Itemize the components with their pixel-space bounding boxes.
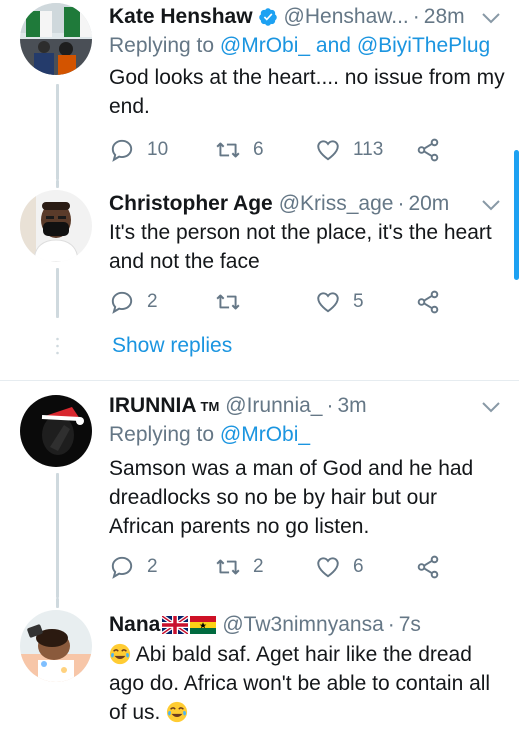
timestamp[interactable]: 7s bbox=[399, 613, 421, 637]
like-button[interactable]: 6 bbox=[315, 552, 364, 582]
like-count: 6 bbox=[353, 556, 364, 577]
user-handle[interactable]: @Kriss_age bbox=[279, 192, 394, 216]
like-button[interactable]: 5 bbox=[315, 287, 364, 317]
like-count: 5 bbox=[353, 291, 364, 312]
user-handle[interactable]: @Tw3nimnyansa bbox=[222, 613, 383, 637]
like-icon bbox=[317, 557, 339, 578]
user-handle[interactable]: @Irunnia_ bbox=[225, 394, 322, 418]
reply-count: 2 bbox=[147, 291, 158, 312]
mention-link[interactable]: @MrObi_ bbox=[220, 423, 310, 446]
thread-line bbox=[56, 268, 59, 318]
retweet-icon bbox=[216, 294, 240, 310]
thread-line bbox=[56, 84, 59, 180]
avatar[interactable] bbox=[20, 3, 92, 75]
tweet-actions: 2 2 6 bbox=[109, 552, 469, 582]
retweet-icon bbox=[216, 559, 240, 575]
separator-dot: · bbox=[387, 613, 395, 636]
reply-count: 10 bbox=[147, 139, 169, 160]
thread-line bbox=[56, 598, 59, 608]
chevron-down-icon[interactable] bbox=[481, 400, 501, 414]
tweet-header: Nana @Tw3nimnyansa · 7s bbox=[109, 610, 505, 640]
thread-line bbox=[56, 180, 59, 188]
display-name[interactable]: Nana bbox=[109, 613, 160, 637]
like-count: 113 bbox=[353, 139, 384, 160]
verified-badge-icon bbox=[258, 8, 277, 26]
tweet-header: Kate Henshaw @Henshaw... · 28m bbox=[109, 2, 505, 32]
display-name[interactable]: IRUNNIA bbox=[109, 394, 197, 418]
retweet-button[interactable] bbox=[215, 287, 253, 317]
uk-flag-icon bbox=[162, 616, 189, 634]
thread-continuation-dots bbox=[56, 337, 59, 355]
timestamp[interactable]: 28m bbox=[424, 5, 465, 29]
replying-to: Replying to @MrObi_ bbox=[109, 423, 311, 446]
share-icon bbox=[417, 138, 439, 162]
replying-to: Replying to @MrObi_ and @BiyiThePlug bbox=[109, 34, 491, 57]
tweet-header: Christopher Age @Kriss_age · 20m bbox=[109, 189, 505, 219]
share-button[interactable] bbox=[415, 552, 441, 582]
thread-line bbox=[56, 473, 59, 598]
joy-emoji-icon bbox=[109, 643, 131, 665]
mention-link[interactable]: @MrObi_ bbox=[220, 34, 310, 57]
timestamp[interactable]: 20m bbox=[408, 192, 449, 216]
reply-button[interactable]: 2 bbox=[109, 287, 158, 317]
retweet-count: 2 bbox=[253, 556, 264, 577]
display-name[interactable]: Kate Henshaw bbox=[109, 5, 253, 29]
tweet-actions: 2 5 bbox=[109, 287, 469, 317]
tweet-text: It's the person not the place, it's the … bbox=[109, 221, 492, 273]
retweet-count: 6 bbox=[253, 139, 264, 160]
trademark-symbol: TM bbox=[200, 398, 220, 414]
reply-count: 2 bbox=[147, 556, 158, 577]
reply-icon bbox=[111, 556, 133, 579]
chevron-down-icon[interactable] bbox=[481, 198, 501, 212]
chevron-down-icon[interactable] bbox=[481, 11, 501, 25]
reply-icon bbox=[111, 291, 133, 314]
tweet-header: IRUNNIA TM @Irunnia_ · 3m bbox=[109, 391, 505, 421]
avatar[interactable] bbox=[20, 190, 92, 262]
reply-button[interactable]: 10 bbox=[109, 135, 168, 165]
share-icon bbox=[417, 290, 439, 314]
reply-button[interactable]: 2 bbox=[109, 552, 158, 582]
tweet-irunnia[interactable]: IRUNNIA TM @Irunnia_ · 3m Replying to @M… bbox=[0, 381, 519, 598]
avatar[interactable] bbox=[20, 395, 92, 467]
tweet-text: Samson was a man of God and he had dread… bbox=[109, 457, 474, 538]
share-icon bbox=[417, 555, 439, 579]
joy-emoji-icon bbox=[167, 701, 188, 723]
share-button[interactable] bbox=[415, 287, 441, 317]
share-button[interactable] bbox=[415, 135, 441, 165]
show-replies-link[interactable]: Show replies bbox=[112, 334, 232, 358]
like-icon bbox=[317, 140, 339, 161]
mention-link[interactable]: @BiyiThePlug bbox=[357, 34, 490, 57]
separator-dot: · bbox=[412, 5, 420, 28]
avatar[interactable] bbox=[20, 610, 92, 682]
tweet-text: God looks at the heart.... no issue from… bbox=[109, 66, 505, 118]
tweet-nana[interactable]: Nana @Tw3nimnyansa · 7s Abi bald saf. Ag… bbox=[0, 598, 519, 733]
separator-dot: · bbox=[326, 394, 334, 417]
replying-and[interactable]: and bbox=[316, 34, 351, 57]
reply-icon bbox=[111, 139, 133, 162]
tweet-kate-henshaw[interactable]: Kate Henshaw @Henshaw... · 28m Replying … bbox=[0, 0, 519, 180]
separator-dot: · bbox=[397, 192, 405, 215]
ghana-flag-icon bbox=[190, 616, 217, 634]
user-handle[interactable]: @Henshaw... bbox=[284, 5, 409, 29]
like-icon bbox=[317, 292, 339, 313]
retweet-button[interactable]: 6 bbox=[215, 135, 264, 165]
tweet-actions: 10 6 113 bbox=[109, 135, 469, 165]
like-button[interactable]: 113 bbox=[315, 135, 383, 165]
tweet-text-container: Abi bald saf. Aget hair like the dread a… bbox=[109, 640, 507, 727]
tweet-christopher-age[interactable]: Christopher Age @Kriss_age · 20m It's th… bbox=[0, 180, 519, 378]
retweet-icon bbox=[216, 142, 240, 158]
display-name[interactable]: Christopher Age bbox=[109, 192, 273, 216]
retweet-button[interactable]: 2 bbox=[215, 552, 264, 582]
timestamp[interactable]: 3m bbox=[338, 394, 367, 418]
